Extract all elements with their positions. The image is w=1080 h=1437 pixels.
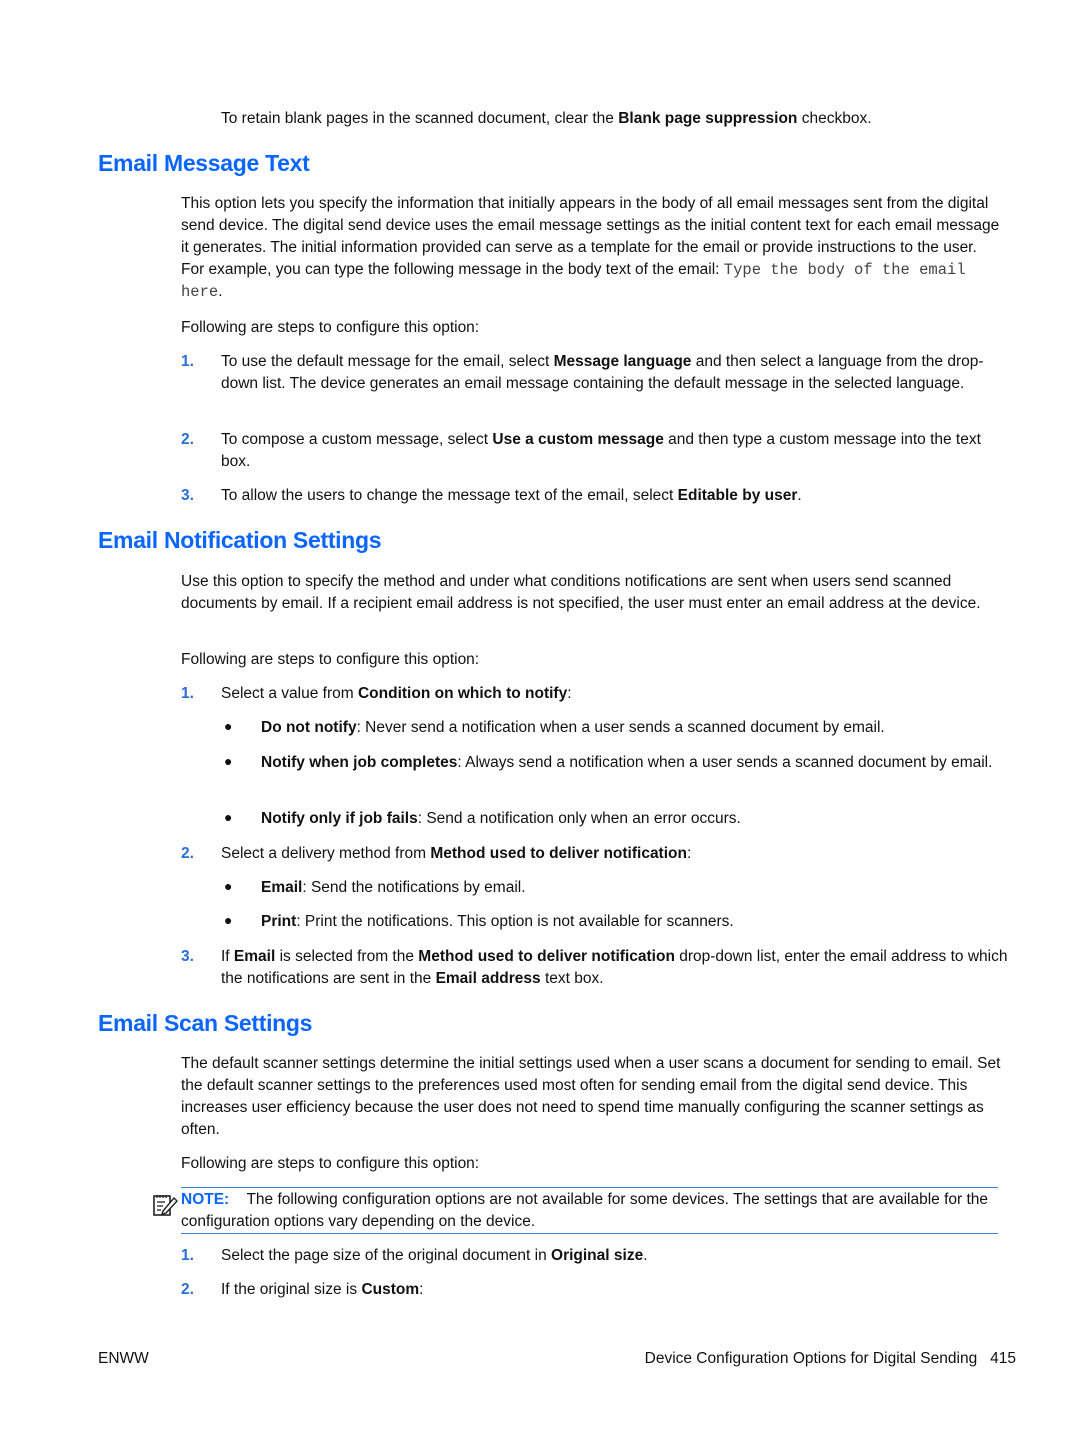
bullet-text: : Never send a notification when a user …	[356, 719, 885, 736]
bullet-text: : Send a notification only when an error…	[417, 810, 741, 827]
document-page: To retain blank pages in the scanned doc…	[0, 0, 1080, 1437]
step-number: 1.	[181, 685, 194, 702]
step-number: 2.	[181, 845, 194, 862]
steps-intro: Following are steps to configure this op…	[181, 651, 480, 668]
bullet-text: : Always send a notification when a user…	[457, 754, 993, 771]
step-text-part: is selected from the	[275, 948, 419, 965]
bullet-icon: ●	[224, 809, 233, 825]
step-text-bold: Method used to deliver notification	[430, 845, 687, 862]
bullet-item: Do not notify: Never send a notification…	[261, 717, 1006, 739]
step-text-bold: Editable by user	[677, 487, 798, 504]
step-number: 2.	[181, 431, 194, 448]
step-text-pre: Select a delivery method from	[221, 845, 431, 862]
bullet-text: : Send the notifications by email.	[302, 879, 526, 896]
heading-email-scan-settings: Email Scan Settings	[98, 1010, 313, 1036]
intro-bold: Blank page suppression	[618, 110, 798, 127]
intro-text: To retain blank pages in the scanned doc…	[221, 110, 619, 127]
page-number: 415	[990, 1350, 1016, 1367]
footer-chapter-title: Device Configuration Options for Digital…	[644, 1350, 978, 1367]
bullet-item: Notify when job completes: Always send a…	[261, 752, 1006, 774]
bullet-bold: Do not notify	[261, 719, 357, 736]
scan-paragraph: The default scanner settings determine t…	[181, 1055, 1001, 1138]
step-text-pre: To allow the users to change the message…	[221, 487, 678, 504]
step-text: Select a value from Condition on which t…	[221, 683, 1011, 705]
steps-intro: Following are steps to configure this op…	[181, 319, 480, 336]
step-text: To use the default message for the email…	[221, 351, 1011, 395]
step-text-bold: Message language	[553, 353, 692, 370]
note-text: The following configuration options are …	[181, 1191, 989, 1230]
footer-right: Device Configuration Options for Digital…	[645, 1350, 1016, 1368]
step-text-pre: Select a value from	[221, 685, 358, 702]
step-text-post: .	[643, 1247, 648, 1264]
step-text-pre: If the original size is	[221, 1281, 362, 1298]
step-text-post: :	[419, 1281, 424, 1298]
step-number: 1.	[181, 353, 194, 370]
bullet-bold: Notify only if job fails	[261, 810, 418, 827]
step-text-post: :	[567, 685, 572, 702]
step-number: 2.	[181, 1281, 194, 1298]
step-text-pre: Select the page size of the original doc…	[221, 1247, 552, 1264]
notification-paragraph: Use this option to specify the method an…	[181, 573, 981, 612]
step-text-bold: Use a custom message	[492, 431, 664, 448]
footer-enww: ENWW	[98, 1350, 149, 1367]
note-label: NOTE:	[181, 1191, 230, 1208]
step-text: Select a delivery method from Method use…	[221, 843, 1011, 865]
heading-email-notification-settings: Email Notification Settings	[98, 527, 382, 553]
bullet-text: : Print the notifications. This option i…	[296, 913, 734, 930]
example-end: .	[218, 283, 223, 300]
bullet-item: Email: Send the notifications by email.	[261, 877, 1006, 899]
step-text-bold: Email	[233, 948, 276, 965]
intro-line: To retain blank pages in the scanned doc…	[221, 108, 872, 130]
step-text-pre: To compose a custom message, select	[221, 431, 493, 448]
step-text: To compose a custom message, select Use …	[221, 429, 1011, 473]
step-text-pre: To use the default message for the email…	[221, 353, 554, 370]
bullet-bold: Print	[261, 913, 297, 930]
bullet-icon: ●	[224, 912, 233, 928]
message-text-paragraph: This option lets you specify the informa…	[181, 193, 1001, 303]
bullet-item: Notify only if job fails: Send a notific…	[261, 808, 1006, 830]
step-text-part: text box.	[540, 970, 604, 987]
note-bottom-rule	[181, 1233, 998, 1234]
step-text-bold: Custom	[361, 1281, 420, 1298]
intro-text-end: checkbox.	[797, 110, 872, 127]
step-text: If the original size is Custom:	[221, 1279, 1011, 1301]
note-box: NOTE: The following configuration option…	[181, 1189, 1001, 1233]
step-text-bold: Original size	[551, 1247, 644, 1264]
step-number: 3.	[181, 948, 194, 965]
steps-intro: Following are steps to configure this op…	[181, 1155, 480, 1172]
step-text-bold: Email address	[435, 970, 541, 987]
step-number: 1.	[181, 1247, 194, 1264]
step-text-bold: Condition on which to notify	[357, 685, 568, 702]
step-text-part: If	[221, 948, 234, 965]
step-text-post: .	[797, 487, 802, 504]
bullet-bold: Notify when job completes	[261, 754, 458, 771]
step-text: To allow the users to change the message…	[221, 485, 1011, 507]
note-pencil-icon	[152, 1192, 178, 1218]
bullet-item: Print: Print the notifications. This opt…	[261, 911, 1006, 933]
heading-email-message-text: Email Message Text	[98, 150, 310, 176]
bullet-bold: Email	[261, 879, 303, 896]
step-text-post: :	[686, 845, 692, 862]
bullet-icon: ●	[224, 753, 233, 769]
bullet-icon: ●	[224, 878, 233, 894]
bullet-icon: ●	[224, 718, 233, 734]
step-text: Select the page size of the original doc…	[221, 1245, 1011, 1267]
step-text-bold: Method used to deliver notification	[418, 948, 675, 965]
note-top-rule	[181, 1187, 998, 1188]
step-text: If Email is selected from the Method use…	[221, 946, 1011, 990]
step-number: 3.	[181, 487, 194, 504]
